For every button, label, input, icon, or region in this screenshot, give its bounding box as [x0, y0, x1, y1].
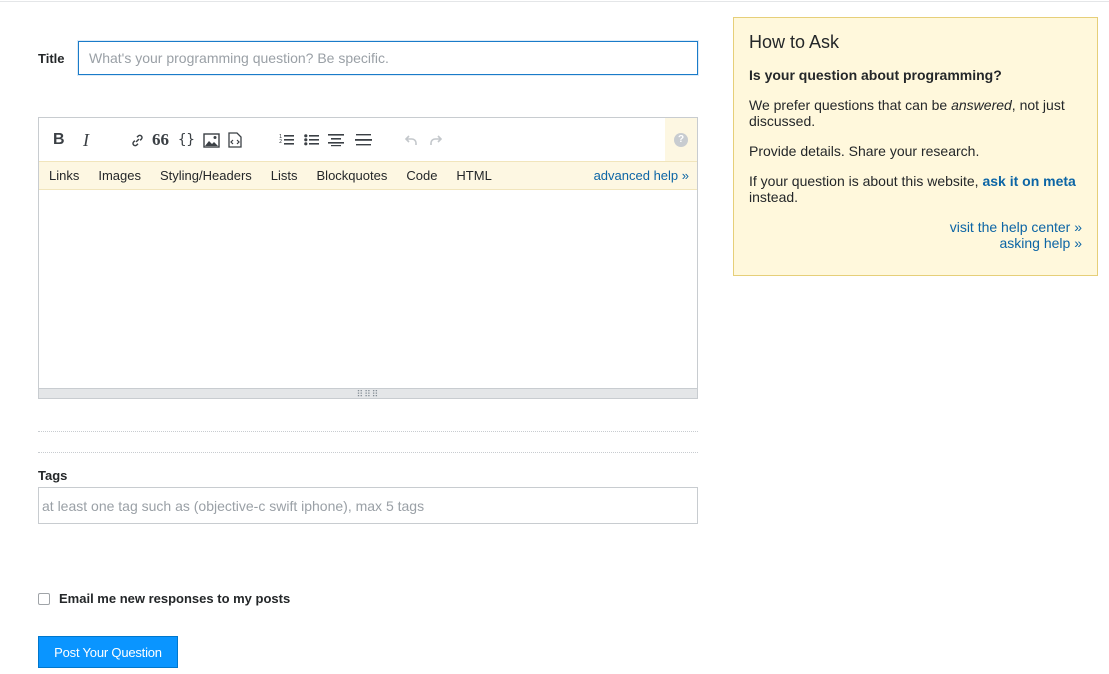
- link-button[interactable]: [130, 130, 145, 150]
- sidebar-paragraph-meta: If your question is about this website, …: [749, 173, 1082, 205]
- markdown-editor: B I 66 {} 12 ? Links Images Styling/Head…: [38, 117, 698, 399]
- sidebar-paragraph-details: Provide details. Share your research.: [749, 143, 980, 159]
- snippet-button[interactable]: [228, 130, 242, 150]
- sidebar-links: visit the help center » asking help »: [749, 219, 1082, 251]
- heading-icon: [328, 134, 344, 147]
- link-icon: [132, 134, 143, 146]
- snippet-icon: [228, 132, 242, 148]
- sidebar-subtitle: Is your question about programming?: [749, 67, 1002, 83]
- body-textarea[interactable]: [39, 190, 697, 388]
- numbered-list-button[interactable]: 12: [279, 130, 294, 150]
- sidebar-title: How to Ask: [749, 32, 840, 52]
- numbered-list-icon: 12: [279, 134, 294, 145]
- help-tab-styling-headers[interactable]: Styling/Headers: [160, 168, 252, 183]
- help-tab-html[interactable]: HTML: [456, 168, 491, 183]
- help-tab-images[interactable]: Images: [98, 168, 141, 183]
- help-center-link[interactable]: visit the help center »: [749, 219, 1082, 235]
- bulleted-list-button[interactable]: [304, 130, 319, 150]
- tags-label: Tags: [38, 468, 68, 483]
- image-icon: [203, 132, 220, 148]
- grip-dots-icon: ⠿⠿⠿: [356, 388, 380, 399]
- horizontal-rule-button[interactable]: [355, 130, 372, 150]
- editor-help-bar: Links Images Styling/Headers Lists Block…: [39, 161, 697, 190]
- post-question-button[interactable]: Post Your Question: [38, 636, 178, 668]
- email-checkbox[interactable]: [38, 592, 50, 605]
- help-tab-lists[interactable]: Lists: [271, 168, 298, 183]
- image-button[interactable]: [203, 130, 220, 150]
- ask-on-meta-link[interactable]: ask it on meta: [982, 173, 1075, 189]
- advanced-help-link[interactable]: advanced help »: [594, 168, 689, 183]
- heading-button[interactable]: [328, 130, 344, 150]
- editor-toolbar: B I 66 {} 12 ?: [39, 118, 697, 161]
- sidebar-text: We prefer questions that can be: [749, 97, 952, 113]
- divider: [38, 452, 698, 453]
- redo-button[interactable]: [430, 130, 442, 150]
- bulleted-list-icon: [304, 134, 319, 146]
- blockquote-button[interactable]: 66: [152, 130, 169, 150]
- sidebar-paragraph-answered: We prefer questions that can be answered…: [749, 97, 1082, 129]
- horizontal-rule-icon: [355, 134, 372, 146]
- sidebar-emphasis: answered: [951, 97, 1012, 113]
- help-tab-links[interactable]: Links: [49, 168, 79, 183]
- help-tab-blockquotes[interactable]: Blockquotes: [317, 168, 388, 183]
- sidebar-text: If your question is about this website,: [749, 173, 983, 189]
- email-checkbox-label[interactable]: Email me new responses to my posts: [59, 591, 290, 606]
- tags-input[interactable]: [38, 487, 698, 524]
- sidebar-text: instead.: [749, 189, 799, 205]
- svg-text:2: 2: [279, 139, 282, 145]
- top-divider: [0, 1, 1109, 2]
- email-notification-row: Email me new responses to my posts: [38, 591, 290, 606]
- italic-button[interactable]: I: [83, 130, 89, 150]
- title-label: Title: [38, 51, 65, 66]
- resize-grip[interactable]: ⠿⠿⠿: [38, 388, 698, 399]
- code-button[interactable]: {}: [178, 130, 195, 150]
- redo-icon: [430, 134, 442, 145]
- help-icon: ?: [674, 132, 688, 147]
- bold-button[interactable]: B: [53, 130, 65, 150]
- title-input[interactable]: [78, 41, 698, 75]
- undo-button[interactable]: [405, 130, 417, 150]
- help-tab-code[interactable]: Code: [406, 168, 437, 183]
- how-to-ask-sidebar: How to Ask Is your question about progra…: [733, 17, 1098, 276]
- undo-icon: [405, 134, 417, 145]
- editor-help-toggle[interactable]: ?: [665, 118, 697, 161]
- asking-help-link[interactable]: asking help »: [749, 235, 1082, 251]
- divider: [38, 431, 698, 432]
